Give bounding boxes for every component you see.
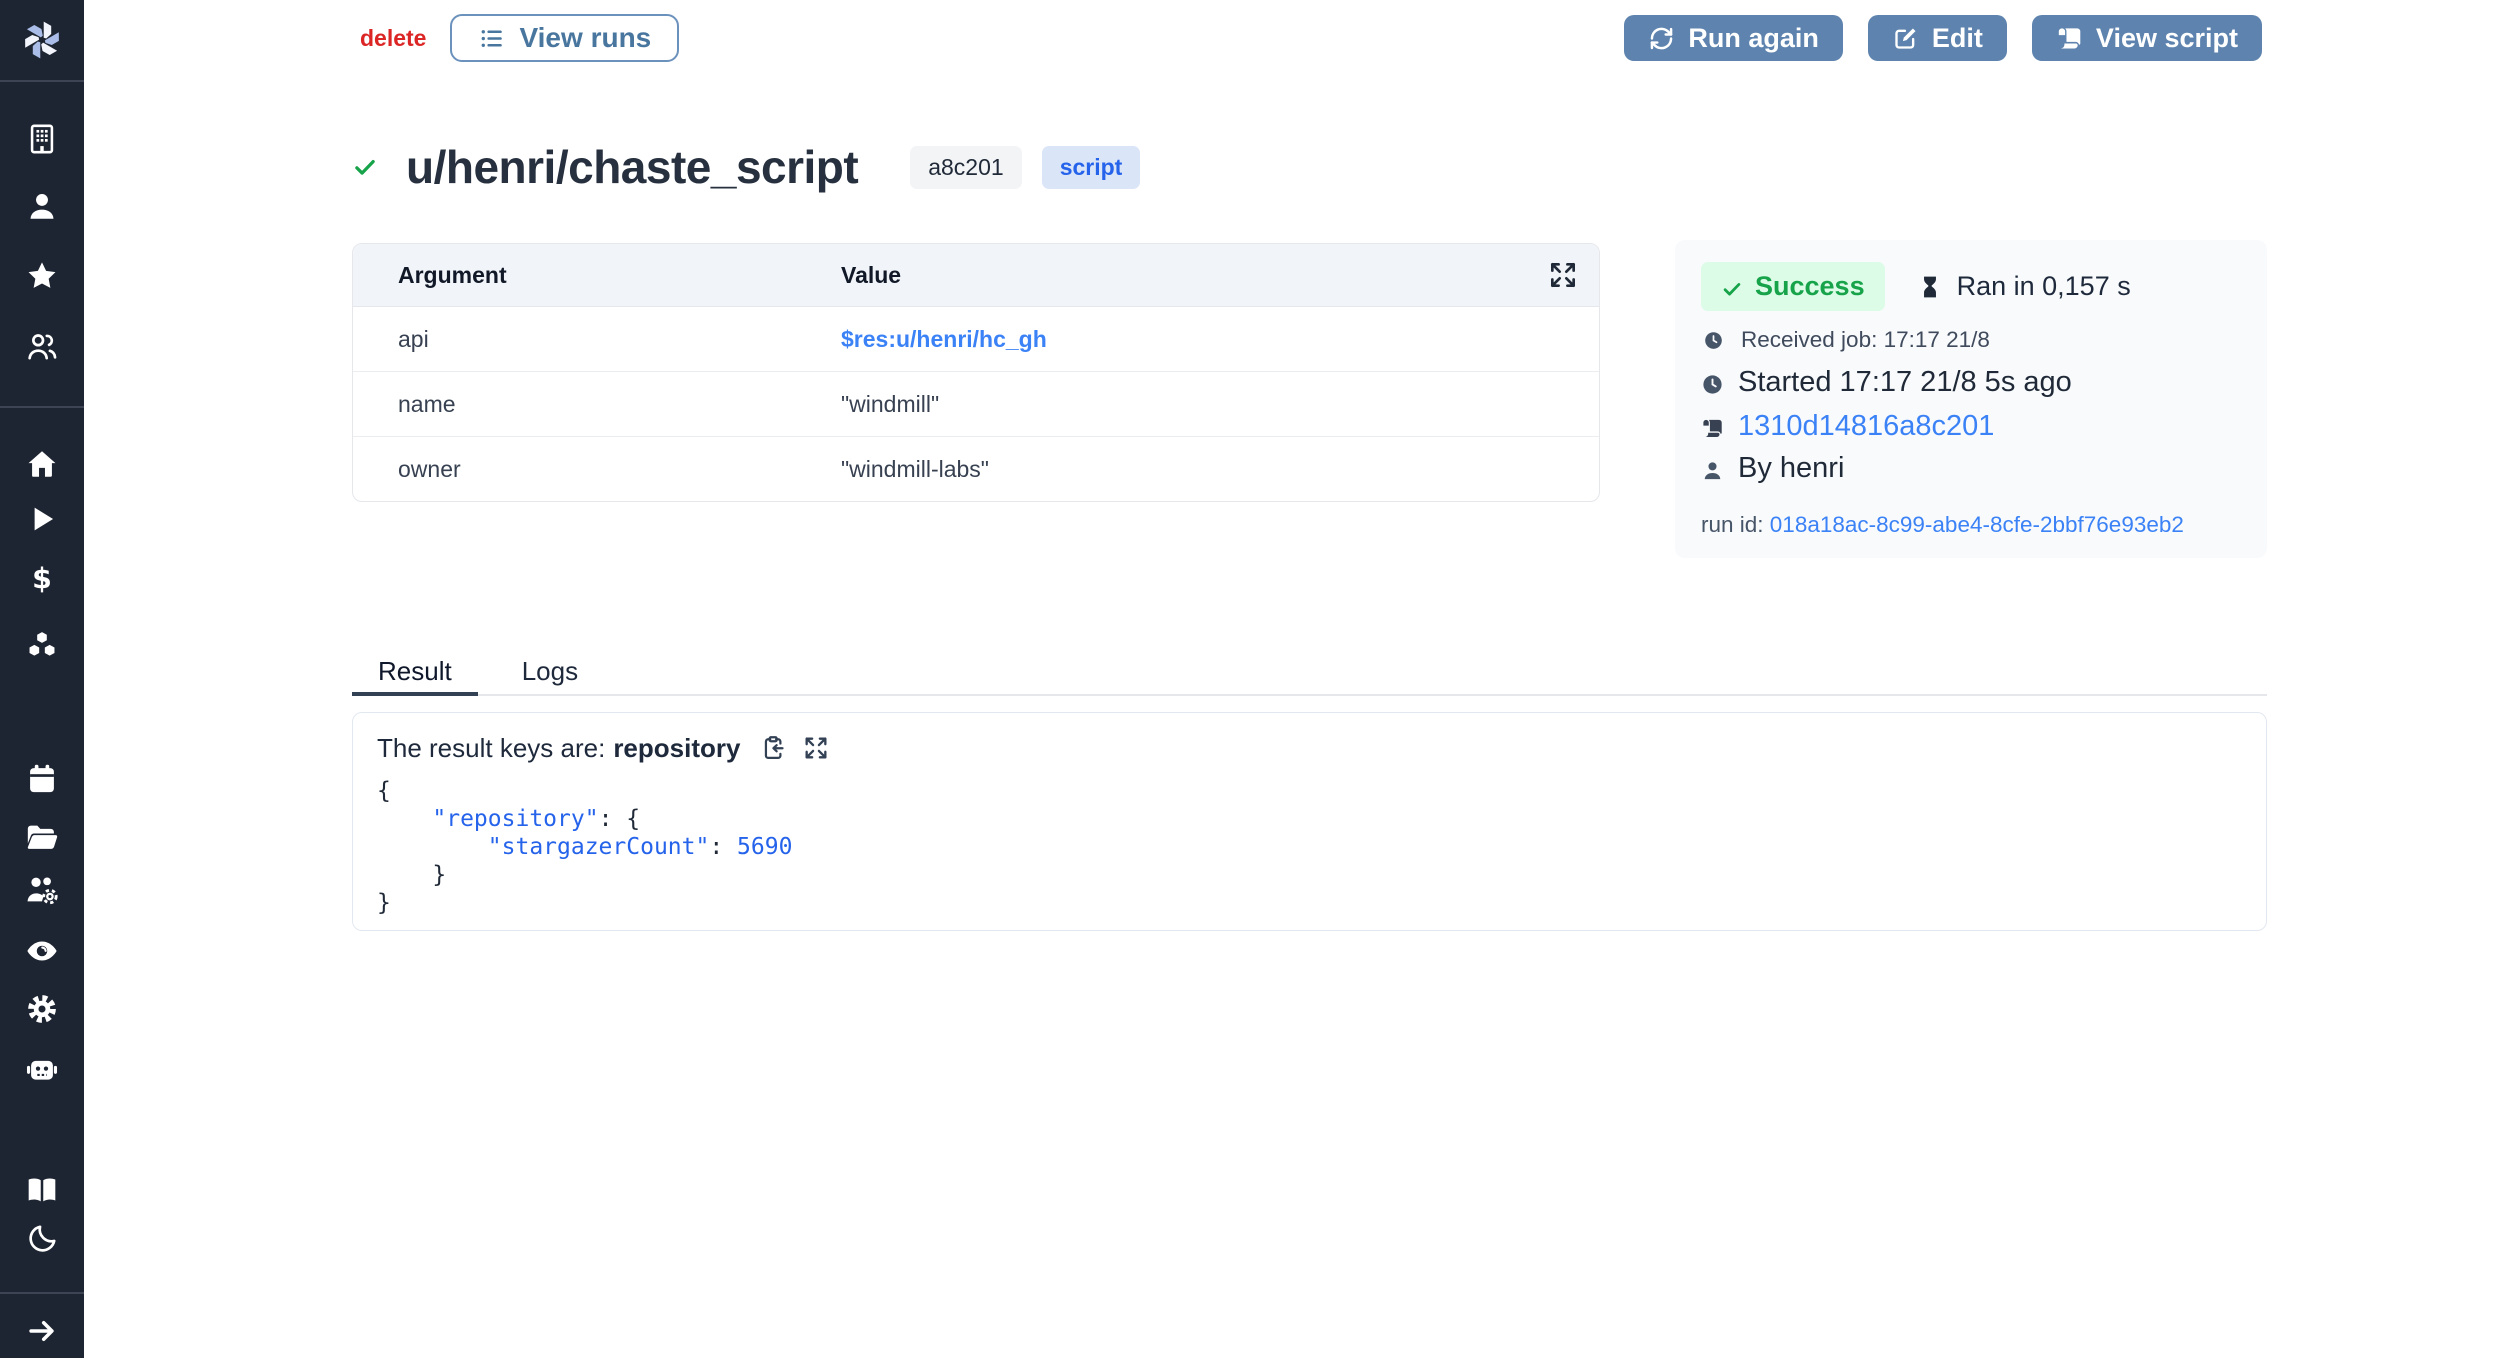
arguments-table: Argument Value api$res:u/henri/hc_ghname… bbox=[352, 243, 1600, 502]
status-badge: Success bbox=[1701, 262, 1885, 311]
person-icon bbox=[1701, 457, 1724, 480]
view-script-label: View script bbox=[2096, 23, 2238, 54]
robot-icon[interactable] bbox=[25, 1052, 59, 1086]
table-row: owner"windmill-labs" bbox=[353, 437, 1599, 501]
user-icon[interactable] bbox=[25, 189, 59, 223]
tab-logs[interactable]: Logs bbox=[496, 650, 604, 696]
edit-label: Edit bbox=[1932, 23, 1983, 54]
sidebar: $ bbox=[0, 0, 84, 1358]
list-icon bbox=[478, 25, 505, 52]
success-check-icon bbox=[352, 154, 378, 180]
run-id-label: run id: bbox=[1701, 512, 1770, 537]
column-value: Value bbox=[841, 262, 1599, 289]
hash-badge: a8c201 bbox=[910, 146, 1021, 189]
argument-cell: owner bbox=[353, 456, 841, 483]
argument-cell: api bbox=[353, 326, 841, 353]
folder-open-icon[interactable] bbox=[25, 820, 59, 854]
value-cell: "windmill-labs" bbox=[841, 456, 1599, 483]
table-row: api$res:u/henri/hc_gh bbox=[353, 307, 1599, 372]
toolbar: delete View runs Run again Edit View scr… bbox=[352, 12, 2262, 64]
clock-icon bbox=[1701, 371, 1724, 394]
triggered-by: By henri bbox=[1701, 452, 2241, 485]
script-hash-link[interactable]: 1310d14816a8c201 bbox=[1738, 410, 1994, 443]
view-runs-label: View runs bbox=[519, 22, 651, 54]
received-job: Received job: 17:17 21/8 bbox=[1701, 327, 2241, 353]
edit-button[interactable]: Edit bbox=[1868, 15, 2007, 61]
title-row: u/henri/chaste_script a8c201 script bbox=[352, 140, 1140, 194]
run-again-button[interactable]: Run again bbox=[1624, 15, 1843, 61]
users-icon[interactable] bbox=[25, 329, 59, 363]
book-open-icon[interactable] bbox=[25, 1174, 59, 1208]
script-type-badge: script bbox=[1042, 146, 1141, 189]
result-json: { "repository": { "stargazerCount": 5690… bbox=[377, 777, 2242, 917]
code-line: { bbox=[377, 777, 2242, 805]
windmill-run-page: $ delete View runs Run again Edit View s… bbox=[0, 0, 2500, 1358]
started-label: Started 17:17 21/8 5s ago bbox=[1738, 366, 2072, 399]
play-icon[interactable] bbox=[25, 502, 59, 536]
expand-table-icon[interactable] bbox=[1547, 259, 1579, 291]
moon-icon[interactable] bbox=[25, 1222, 59, 1256]
building-icon[interactable] bbox=[25, 122, 59, 156]
windmill-logo[interactable] bbox=[19, 17, 65, 63]
gear-icon[interactable] bbox=[25, 992, 59, 1026]
duration: Ran in 0,157 s bbox=[1917, 271, 2131, 302]
copy-result-icon[interactable] bbox=[758, 734, 786, 762]
edit-icon bbox=[1892, 25, 1919, 52]
home-icon[interactable] bbox=[25, 447, 59, 481]
delete-button[interactable]: delete bbox=[360, 25, 426, 52]
status-panel: Success Ran in 0,157 s Received job: 17:… bbox=[1675, 240, 2267, 558]
code-line: } bbox=[377, 861, 2242, 889]
users-gear-icon[interactable] bbox=[25, 873, 59, 907]
view-runs-button[interactable]: View runs bbox=[450, 14, 679, 62]
column-argument: Argument bbox=[353, 262, 841, 289]
code-line: "repository": { bbox=[377, 805, 2242, 833]
sidebar-divider bbox=[0, 80, 84, 82]
value-cell: "windmill" bbox=[841, 391, 1599, 418]
dollar-icon[interactable]: $ bbox=[25, 562, 59, 596]
calendar-icon[interactable] bbox=[25, 762, 59, 796]
check-icon bbox=[1721, 276, 1743, 298]
received-label: Received job: 17:17 21/8 bbox=[1741, 327, 1990, 353]
page-title: u/henri/chaste_script bbox=[406, 140, 858, 194]
result-tabs: Result Logs bbox=[352, 650, 2267, 696]
status-label: Success bbox=[1755, 271, 1865, 302]
sidebar-divider bbox=[0, 1292, 84, 1294]
table-row: name"windmill" bbox=[353, 372, 1599, 437]
script-icon bbox=[1701, 415, 1724, 438]
resource-link[interactable]: $res:u/henri/hc_gh bbox=[841, 326, 1599, 353]
script-hash-row: 1310d14816a8c201 bbox=[1701, 410, 2241, 443]
run-id-link[interactable]: 018a18ac-8c99-abe4-8cfe-2bbf76e93eb2 bbox=[1770, 512, 2184, 537]
tab-result[interactable]: Result bbox=[352, 650, 478, 696]
clock-icon bbox=[1703, 330, 1724, 351]
argument-cell: name bbox=[353, 391, 841, 418]
refresh-icon bbox=[1648, 25, 1675, 52]
boxes-icon[interactable] bbox=[25, 629, 59, 663]
arrow-right-icon[interactable] bbox=[25, 1314, 59, 1348]
result-box: The result keys are: repository { "repos… bbox=[352, 712, 2267, 931]
started-at: Started 17:17 21/8 5s ago bbox=[1701, 366, 2241, 399]
code-line: } bbox=[377, 889, 2242, 917]
arguments-table-header: Argument Value bbox=[353, 244, 1599, 307]
duration-label: Ran in 0,157 s bbox=[1957, 271, 2131, 302]
by-label: By henri bbox=[1738, 452, 1844, 485]
hourglass-icon bbox=[1917, 274, 1943, 300]
result-keys-prefix: The result keys are: bbox=[377, 733, 605, 764]
star-icon[interactable] bbox=[25, 259, 59, 293]
sidebar-divider bbox=[0, 406, 84, 408]
result-keys: repository bbox=[613, 733, 740, 764]
view-script-button[interactable]: View script bbox=[2032, 15, 2262, 61]
svg-text:$: $ bbox=[32, 562, 52, 595]
run-id-row: run id: 018a18ac-8c99-abe4-8cfe-2bbf76e9… bbox=[1701, 512, 2241, 538]
run-again-label: Run again bbox=[1688, 23, 1819, 54]
eye-icon[interactable] bbox=[25, 934, 59, 968]
script-icon bbox=[2056, 25, 2083, 52]
code-line: "stargazerCount": 5690 bbox=[377, 833, 2242, 861]
result-head: The result keys are: repository bbox=[377, 731, 2242, 765]
expand-result-icon[interactable] bbox=[802, 734, 830, 762]
